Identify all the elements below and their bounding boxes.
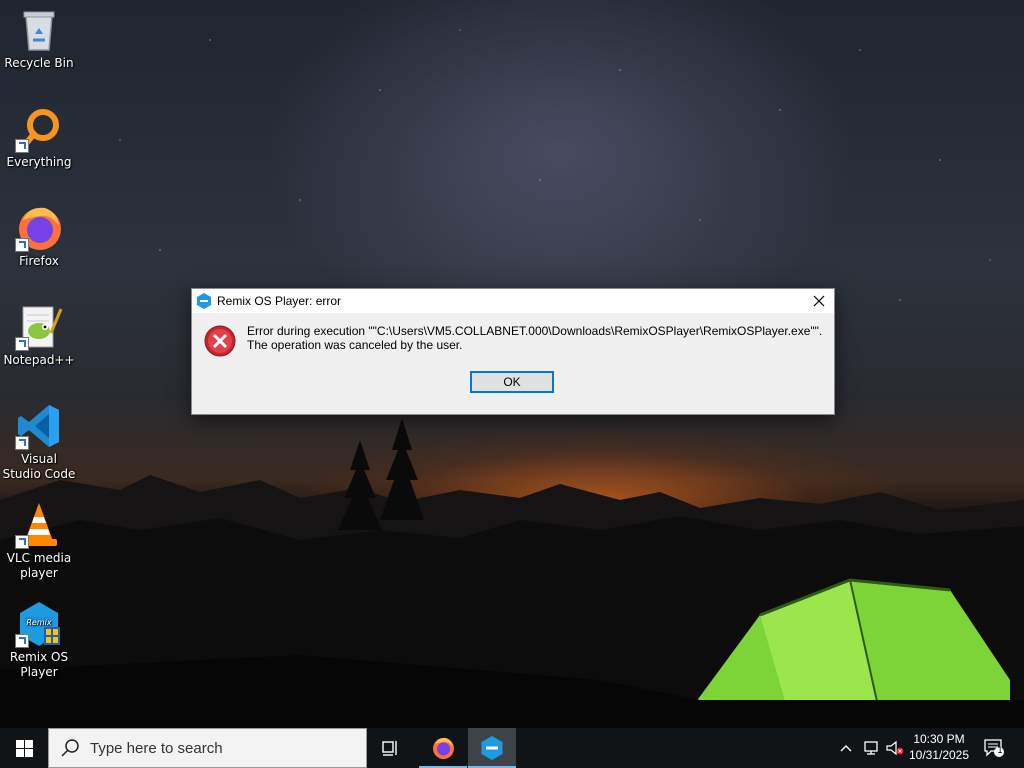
firefox-icon — [433, 737, 454, 759]
desktop: Recycle Bin Everything Firefox Notepad++… — [0, 0, 1024, 728]
remix-os-icon — [481, 736, 503, 760]
dialog-body: Error during execution ""C:\Users\VM5.CO… — [192, 313, 834, 365]
firefox-icon — [15, 204, 63, 252]
shortcut-arrow-icon — [15, 238, 29, 252]
error-message: Error during execution ""C:\Users\VM5.CO… — [247, 324, 827, 352]
shortcut-arrow-icon — [15, 535, 29, 549]
dialog-titlebar[interactable]: Remix OS Player: error — [192, 289, 834, 313]
start-button[interactable] — [0, 728, 48, 768]
windows-logo-icon — [15, 739, 33, 757]
volume-button[interactable] — [884, 728, 906, 768]
notification-center-button[interactable]: 1 — [980, 728, 1008, 768]
desktop-icon-label: Firefox — [19, 254, 59, 268]
error-message-line1: Error during execution ""C:\Users\VM5.CO… — [247, 324, 823, 338]
desktop-icon-recycle-bin[interactable]: Recycle Bin — [2, 6, 76, 71]
desktop-icon-remix-os[interactable]: Remix Remix OS Player — [2, 600, 76, 680]
volume-muted-icon — [886, 740, 904, 756]
taskbar-remix-os[interactable] — [468, 728, 516, 768]
search-placeholder: Type here to search — [90, 739, 223, 757]
notepadpp-icon — [15, 303, 63, 351]
shortcut-arrow-icon — [15, 436, 29, 450]
task-view-button[interactable] — [367, 728, 415, 768]
desktop-icon-label: Everything — [6, 155, 72, 169]
desktop-icon-label: Visual Studio Code — [2, 452, 76, 481]
remix-os-icon: Remix — [15, 600, 63, 648]
desktop-icon-vlc[interactable]: VLC media player — [2, 501, 76, 581]
vscode-icon — [15, 402, 63, 450]
desktop-icon-label: Remix OS Player — [9, 650, 69, 679]
network-icon — [864, 741, 878, 755]
desktop-icon-label: VLC media player — [6, 551, 72, 580]
desktop-icon-vscode[interactable]: Visual Studio Code — [2, 402, 76, 482]
shortcut-arrow-icon — [15, 634, 29, 648]
svg-text:Remix: Remix — [26, 618, 51, 627]
recycle-bin-icon — [15, 6, 63, 54]
clock[interactable]: 10:30 PM 10/31/2025 — [904, 731, 974, 763]
desktop-icon-label: Recycle Bin — [4, 56, 74, 70]
shortcut-arrow-icon — [15, 337, 29, 351]
close-button[interactable] — [804, 289, 834, 313]
ok-button[interactable]: OK — [470, 371, 554, 393]
taskbar-firefox[interactable] — [419, 728, 467, 768]
desktop-icon-label: Notepad++ — [3, 353, 75, 367]
everything-icon — [15, 105, 63, 153]
shortcut-arrow-icon — [15, 139, 29, 153]
close-icon — [813, 295, 825, 307]
landscape — [0, 418, 1024, 728]
desktop-icon-everything[interactable]: Everything — [2, 105, 76, 170]
dialog-title: Remix OS Player: error — [217, 294, 342, 308]
remix-os-icon — [197, 293, 211, 309]
desktop-icon-notepadpp[interactable]: Notepad++ — [2, 303, 76, 368]
vlc-icon — [15, 501, 63, 549]
clock-time: 10:30 PM — [913, 732, 965, 746]
error-icon — [204, 325, 236, 357]
taskbar: Type here to search 10:30 PM 10/31/2025 … — [0, 728, 1024, 768]
show-hidden-icons-button[interactable] — [836, 728, 856, 768]
dialog-footer: OK — [192, 365, 834, 413]
network-button[interactable] — [860, 728, 884, 768]
desktop-icon-firefox[interactable]: Firefox — [2, 204, 76, 269]
chevron-up-icon — [840, 745, 852, 752]
notification-count: 1 — [997, 745, 1003, 755]
clock-date: 10/31/2025 — [908, 748, 970, 762]
task-view-icon — [382, 741, 397, 756]
error-dialog: Remix OS Player: error Error during exec… — [191, 288, 835, 415]
search-icon — [61, 739, 79, 757]
error-message-line2: The operation was canceled by the user. — [247, 338, 463, 352]
search-box[interactable]: Type here to search — [48, 728, 367, 768]
